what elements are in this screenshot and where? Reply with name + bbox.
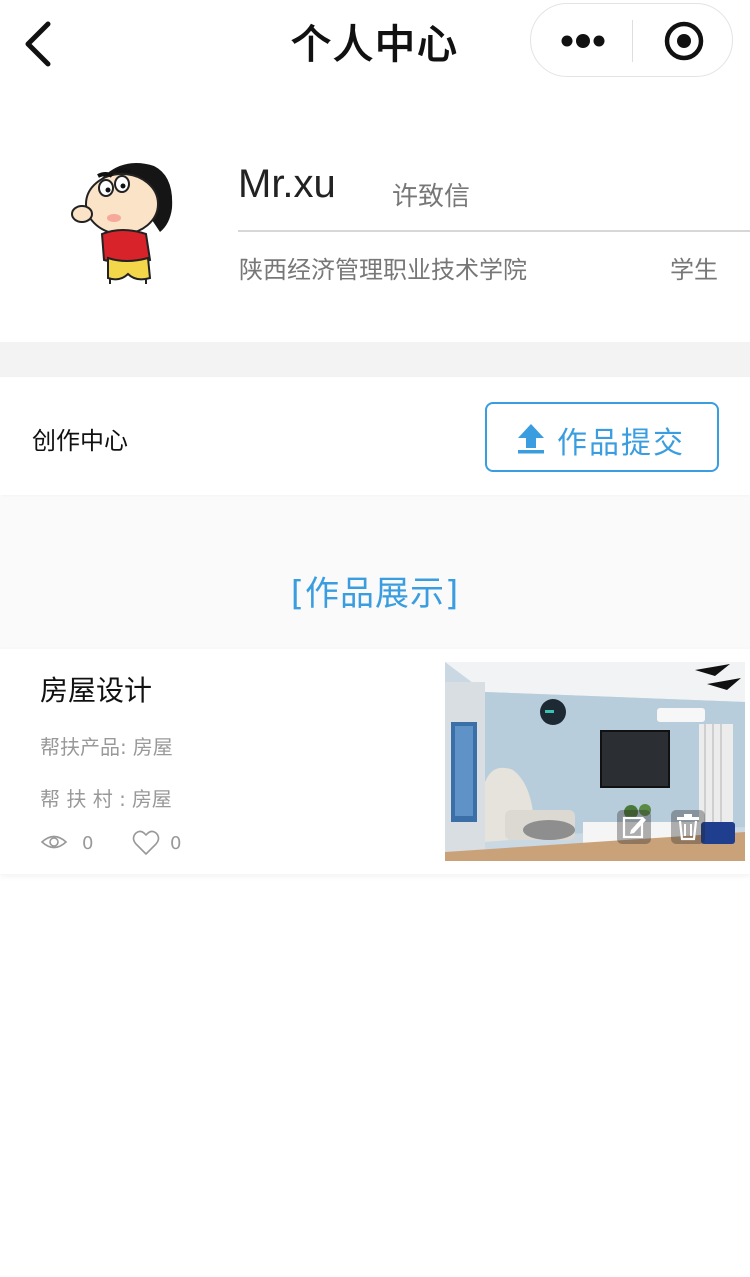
user-role: 学生 [670, 256, 718, 284]
profile-card: Mr.xu 许致信 陕西经济管理职业技术学院 学生 [0, 84, 750, 342]
work-product-label: 帮扶产品: [40, 735, 127, 759]
school-name: 陕西经济管理职业技术学院 [239, 256, 527, 284]
nav-bar: 个人中心 [0, 0, 750, 84]
edit-work-button[interactable] [617, 810, 651, 844]
real-name: 许致信 [392, 182, 471, 212]
submit-work-button[interactable]: 作品提交 [485, 402, 719, 472]
delete-work-button[interactable] [671, 810, 705, 844]
creation-center-bar: 创作中心 作品提交 [0, 377, 750, 495]
nickname: Mr.xu [238, 162, 336, 206]
work-item[interactable]: 房屋设计 帮扶产品: 房屋 帮 扶 村 : 房屋 0 0 [0, 649, 750, 874]
eye-icon [40, 835, 68, 849]
avatar[interactable] [62, 150, 182, 286]
work-village-value: 房屋 [131, 787, 172, 811]
work-product: 帮扶产品: 房屋 [40, 731, 173, 760]
more-dots-icon [561, 34, 605, 48]
view-count-value: 0 [82, 833, 94, 854]
work-village: 帮 扶 村 : 房屋 [40, 783, 172, 812]
like-count[interactable]: 0 [132, 829, 192, 859]
upload-arrow-icon [518, 424, 544, 454]
like-count-value: 0 [170, 833, 182, 854]
view-count: 0 [40, 829, 100, 859]
trash-icon [677, 814, 699, 841]
work-thumbnail[interactable] [445, 662, 745, 861]
more-button[interactable] [531, 4, 632, 78]
personal-center-page: 个人中心 Mr.xu 许致信 陕西经济管理职业技术学院 学生 创作中心 作品提交… [0, 0, 750, 1277]
works-section-title: [作品展示] [290, 574, 460, 614]
target-circle-icon [664, 21, 704, 61]
edit-icon [622, 816, 646, 839]
cartoon-boy-avatar [71, 163, 173, 284]
close-mini-program-button[interactable] [633, 4, 734, 78]
profile-divider [238, 230, 750, 232]
work-village-label: 帮 扶 村 : [40, 787, 126, 811]
heart-icon [132, 830, 160, 855]
mini-program-capsule [530, 3, 733, 77]
work-product-value: 房屋 [132, 735, 173, 759]
work-title: 房屋设计 [40, 674, 153, 707]
submit-work-label: 作品提交 [557, 426, 685, 461]
section-separator [0, 342, 750, 377]
creation-center-label: 创作中心 [32, 427, 128, 455]
